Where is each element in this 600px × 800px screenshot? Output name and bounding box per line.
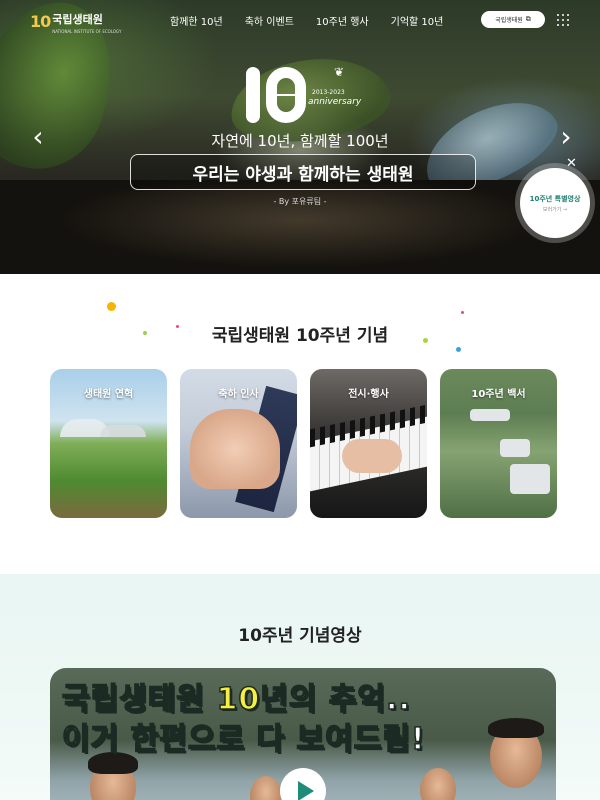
caption-part: 의 추억.. (288, 681, 411, 718)
video-caption-line2: 이거 한편으로 다 보여드림! (61, 721, 426, 758)
card-greetings-hands (190, 409, 280, 489)
anniversary-emblem: ❦ 2013-2023 anniversary (246, 65, 362, 125)
section-title: 국립생태원 10주년 기념 (211, 326, 389, 346)
site-link-button[interactable]: 국립생태원 ⧉ (481, 11, 545, 28)
hero-credit: - By 포유류팀 - (273, 197, 327, 206)
card-whitepaper-building (510, 464, 550, 494)
card-history[interactable]: 생태원 연혁 (50, 369, 167, 518)
sprout-icon: ❦ (334, 65, 345, 79)
anniversary-section: 국립생태원 10주년 기념 생태원 연혁 축하 인사 전시·행사 10주년 백서 (0, 274, 600, 574)
video-person (250, 776, 282, 800)
logo-subtitle: NATIONAL INSTITUTE OF ECOLOGY (52, 29, 122, 34)
play-icon[interactable] (280, 768, 326, 800)
confetti-dot (456, 347, 461, 352)
hero-banner: 10 국립생태원 NATIONAL INSTITUTE OF ECOLOGY 함… (0, 0, 600, 274)
badge-title: 10주년 특별영상 (529, 194, 581, 203)
logo-name-wrap: 국립생태원 NATIONAL INSTITUTE OF ECOLOGY (52, 8, 121, 34)
card-greetings[interactable]: 축하 인사 (180, 369, 297, 518)
menu-item-together-10[interactable]: 함께한 10년 (170, 13, 223, 28)
logo-mark: 10 (30, 11, 51, 31)
video-person (420, 768, 456, 800)
site-link-label: 국립생태원 (495, 17, 523, 24)
hero-subtitle: 자연에 10년, 함께할 100년 (211, 132, 389, 150)
confetti-dot (461, 311, 464, 314)
card-whitepaper-building (500, 439, 530, 457)
emblem-years: 2013-2023 (312, 89, 345, 96)
emblem-digit-one (246, 67, 260, 123)
caption-part: 국립생태원 (61, 681, 217, 718)
hero-soil (0, 180, 600, 274)
grid-menu-icon[interactable] (557, 14, 569, 26)
menu-item-memory[interactable]: 기억할 10년 (391, 13, 444, 28)
card-label: 10주년 백서 (471, 389, 526, 400)
top-navigation: 10 국립생태원 NATIONAL INSTITUTE OF ECOLOGY 함… (0, 0, 600, 40)
menu-cards: 생태원 연혁 축하 인사 전시·행사 10주년 백서 (50, 369, 557, 518)
card-whitepaper[interactable]: 10주년 백서 (440, 369, 557, 518)
menu-item-anniversary-event[interactable]: 10주년 행사 (316, 13, 369, 28)
hero-headline: 우리는 야생과 함께하는 생태원 (130, 154, 476, 190)
caption-highlight: 10년 (216, 681, 289, 718)
site-logo[interactable]: 10 국립생태원 NATIONAL INSTITUTE OF ECOLOGY (30, 8, 121, 35)
anniversary-video[interactable]: 국립생태원 10년의 추억.. 이거 한편으로 다 보여드림! (50, 668, 556, 800)
chevron-right-icon[interactable]: › (556, 122, 576, 152)
card-label: 생태원 연혁 (83, 389, 134, 400)
video-caption-line1: 국립생태원 10년의 추억.. (61, 674, 411, 718)
video-section: 10주년 기념영상 국립생태원 10년의 추억.. 이거 한편으로 다 보여드림… (0, 574, 600, 800)
close-icon[interactable]: ✕ (566, 156, 577, 171)
external-link-icon: ⧉ (525, 15, 531, 23)
confetti-dot (107, 302, 116, 311)
chevron-left-icon[interactable]: ‹ (28, 122, 48, 152)
card-whitepaper-building (470, 409, 510, 421)
main-menu: 함께한 10년 축하 이벤트 10주년 행사 기억할 10년 (170, 13, 443, 28)
card-label: 축하 인사 (218, 389, 259, 400)
logo-name: 국립생태원 (52, 13, 103, 26)
card-exhibition[interactable]: 전시·행사 (310, 369, 427, 518)
card-history-dome (100, 425, 146, 437)
badge-subtitle: 보러가기 → (542, 206, 568, 213)
special-video-badge[interactable]: 10주년 특별영상 보러가기 → (520, 168, 590, 238)
card-label: 전시·행사 (348, 389, 389, 400)
section-title: 10주년 기념영상 (238, 626, 362, 646)
emblem-zero-bar (276, 94, 296, 96)
menu-item-events[interactable]: 축하 이벤트 (245, 13, 294, 28)
video-person-hair (488, 718, 544, 738)
emblem-anniversary: anniversary (308, 97, 362, 107)
card-exhibition-hand (342, 439, 402, 473)
